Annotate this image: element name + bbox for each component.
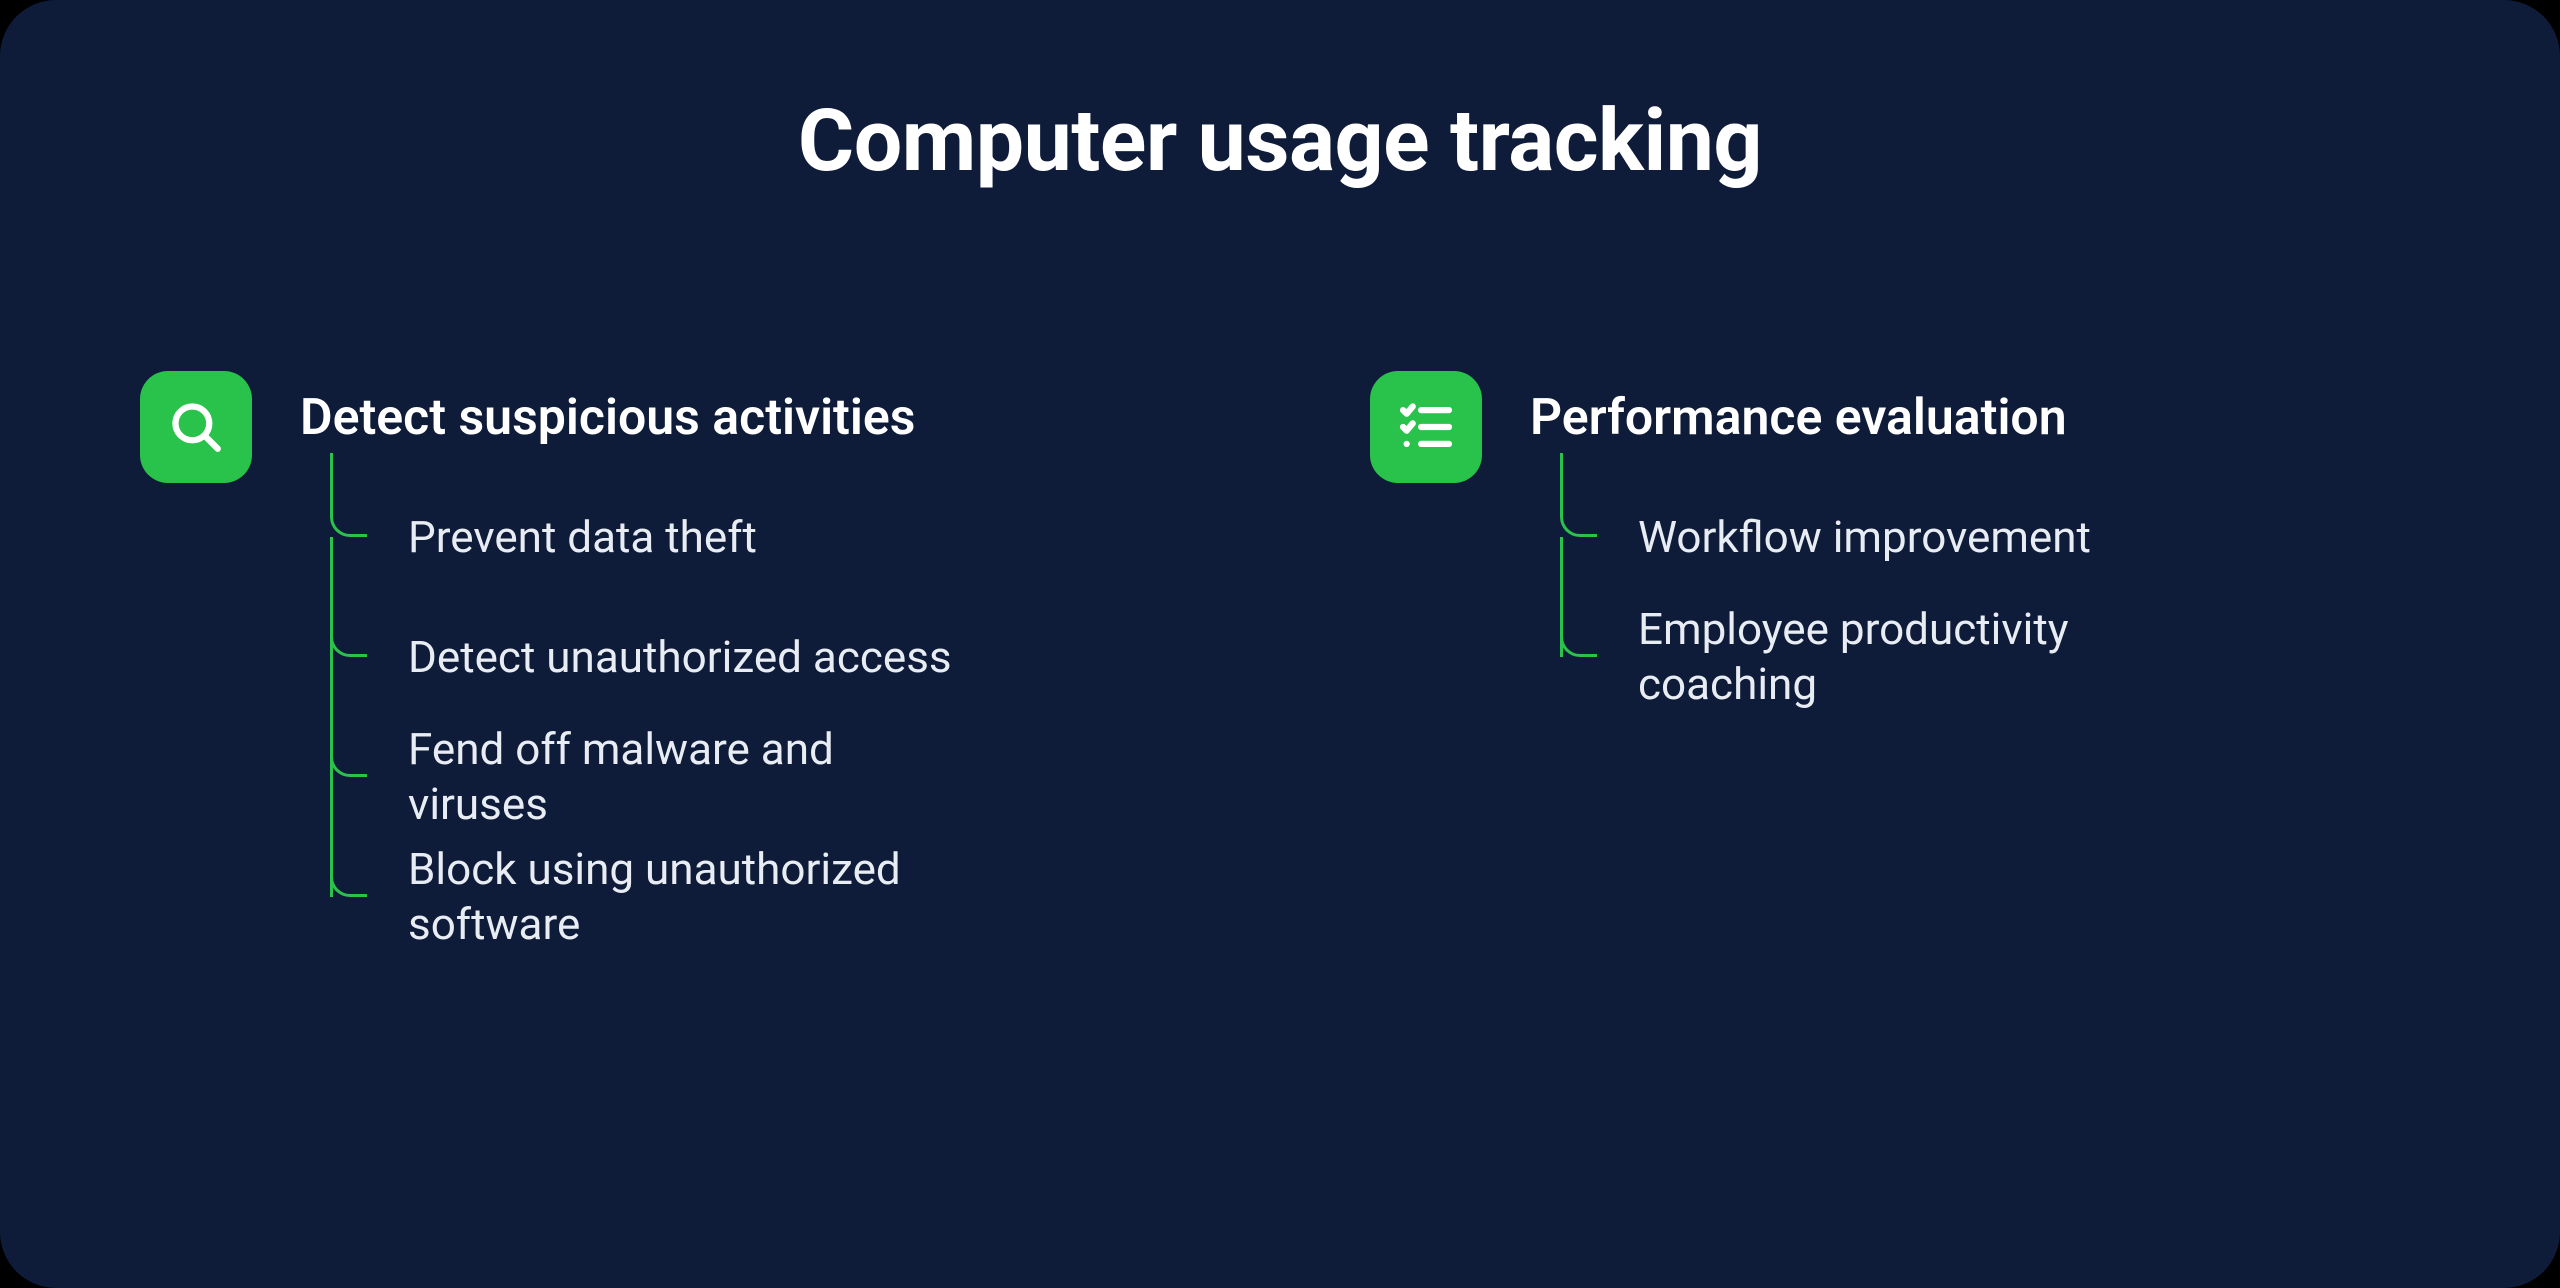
list-item-label: Employee productivity coaching: [1638, 602, 2200, 712]
list-item: Workflow improvement: [1560, 477, 2200, 597]
checklist-icon: [1370, 371, 1482, 483]
list-item-label: Block using unauthorized software: [408, 842, 970, 952]
column-heading: Detect suspicious activities: [300, 389, 970, 447]
list-item-label: Fend off malware and viruses: [408, 722, 970, 832]
column-heading: Performance evaluation: [1530, 389, 2200, 447]
column-body: Performance evaluation Workflow improvem…: [1530, 371, 2200, 717]
list-item-label: Workflow improvement: [1638, 510, 2091, 565]
list-item: Prevent data theft: [330, 477, 970, 597]
columns: Detect suspicious activities Prevent dat…: [140, 371, 2420, 957]
list-item: Fend off malware and viruses: [330, 717, 970, 837]
list-item-label: Prevent data theft: [408, 510, 757, 565]
list-item-label: Detect unauthorized access: [408, 630, 952, 685]
column-body: Detect suspicious activities Prevent dat…: [300, 371, 970, 957]
page-title: Computer usage tracking: [140, 90, 2420, 191]
search-icon: [140, 371, 252, 483]
diagram-card: Computer usage tracking Detect suspiciou…: [0, 0, 2560, 1288]
column-detect: Detect suspicious activities Prevent dat…: [140, 371, 1190, 957]
list-item: Detect unauthorized access: [330, 597, 970, 717]
list-item: Employee productivity coaching: [1560, 597, 2200, 717]
column-performance: Performance evaluation Workflow improvem…: [1370, 371, 2420, 957]
tree-list: Workflow improvement Employee productivi…: [1560, 453, 2200, 717]
list-item: Block using unauthorized software: [330, 837, 970, 957]
tree-list: Prevent data theft Detect unauthorized a…: [330, 453, 970, 957]
